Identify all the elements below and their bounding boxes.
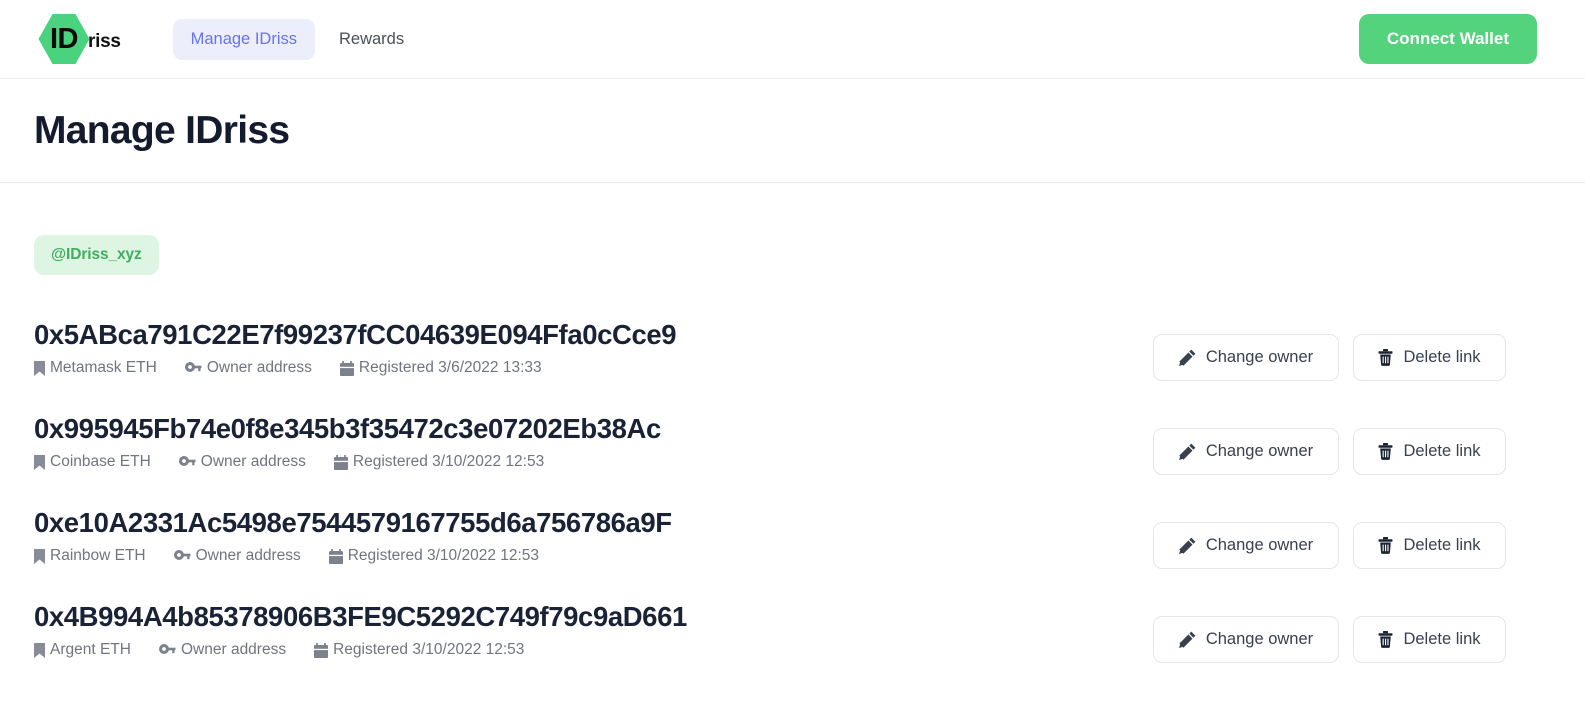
bookmark-icon bbox=[34, 548, 45, 564]
owner-role-meta: Owner address bbox=[158, 641, 287, 659]
change-owner-button[interactable]: Change owner bbox=[1153, 334, 1339, 381]
owner-role: Owner address bbox=[200, 453, 306, 471]
change-owner-label: Change owner bbox=[1205, 536, 1314, 554]
trash-icon bbox=[1378, 349, 1393, 366]
change-owner-button[interactable]: Change owner bbox=[1153, 428, 1339, 475]
delete-link-button[interactable]: Delete link bbox=[1353, 522, 1506, 569]
pencil-icon bbox=[1178, 631, 1196, 648]
registered-date: Registered 3/10/2022 12:53 bbox=[352, 453, 545, 471]
calendar-icon bbox=[314, 642, 329, 658]
bookmark-icon bbox=[34, 642, 45, 658]
owner-role: Owner address bbox=[206, 359, 312, 377]
bookmark-icon bbox=[34, 360, 45, 376]
key-icon bbox=[158, 643, 176, 654]
calendar-icon bbox=[328, 548, 343, 564]
address-row: 0x5ABca791C22E7f99237fCC04639E094Ffa0cCc… bbox=[34, 319, 1551, 414]
wallet-name: Metamask ETH bbox=[50, 359, 157, 377]
change-owner-label: Change owner bbox=[1205, 630, 1314, 648]
wallet-name: Rainbow ETH bbox=[50, 547, 146, 565]
owner-role: Owner address bbox=[180, 641, 287, 659]
owner-role-meta: Owner address bbox=[173, 547, 301, 565]
delete-link-button[interactable]: Delete link bbox=[1353, 616, 1506, 663]
owner-role-meta: Owner address bbox=[178, 453, 306, 471]
address-row: 0xe10A2331Ac5498e7544579167755d6a756786a… bbox=[34, 507, 1551, 602]
trash-icon bbox=[1378, 631, 1393, 648]
wallet-name: Coinbase ETH bbox=[50, 453, 151, 471]
handle-badge: @IDriss_xyz bbox=[34, 235, 159, 275]
wallet-name-meta: Coinbase ETH bbox=[34, 453, 151, 471]
calendar-icon bbox=[333, 454, 348, 470]
key-icon bbox=[178, 455, 196, 466]
row-actions: Change owner Delete link bbox=[1153, 616, 1506, 663]
wallet-name-meta: Rainbow ETH bbox=[34, 547, 146, 565]
nav-tabs: Manage IDriss Rewards bbox=[172, 18, 422, 60]
wallet-name-meta: Argent ETH bbox=[34, 641, 131, 659]
row-actions: Change owner Delete link bbox=[1153, 334, 1506, 381]
top-navigation-bar: ID riss Manage IDriss Rewards Connect Wa… bbox=[0, 0, 1585, 79]
owner-role-meta: Owner address bbox=[184, 359, 312, 377]
delete-link-label: Delete link bbox=[1403, 536, 1481, 554]
address-row: 0x4B994A4b85378906B3FE9C5292C749f79c9aD6… bbox=[34, 601, 1551, 696]
connect-wallet-button[interactable]: Connect Wallet bbox=[1358, 14, 1537, 64]
calendar-icon bbox=[339, 360, 354, 376]
pencil-icon bbox=[1178, 537, 1196, 554]
wallet-name-meta: Metamask ETH bbox=[34, 359, 157, 377]
registered-date: Registered 3/10/2022 12:53 bbox=[347, 547, 540, 565]
registered-meta: Registered 3/6/2022 13:33 bbox=[339, 359, 542, 377]
delete-link-label: Delete link bbox=[1403, 630, 1481, 648]
wallet-name: Argent ETH bbox=[50, 641, 131, 659]
key-icon bbox=[184, 361, 202, 372]
page-title-section: Manage IDriss bbox=[0, 79, 1585, 183]
idriss-logo-icon: ID bbox=[34, 10, 92, 68]
row-actions: Change owner Delete link bbox=[1153, 428, 1506, 475]
delete-link-button[interactable]: Delete link bbox=[1353, 334, 1506, 381]
trash-icon bbox=[1378, 443, 1393, 460]
tab-manage-idriss[interactable]: Manage IDriss bbox=[172, 18, 315, 60]
key-icon bbox=[173, 549, 191, 560]
pencil-icon bbox=[1178, 443, 1196, 460]
logo-riss-text: riss bbox=[88, 31, 121, 52]
registered-meta: Registered 3/10/2022 12:53 bbox=[333, 453, 545, 471]
bookmark-icon bbox=[34, 454, 45, 470]
change-owner-label: Change owner bbox=[1205, 348, 1314, 366]
row-actions: Change owner Delete link bbox=[1153, 522, 1506, 569]
brand-logo[interactable]: ID riss bbox=[34, 10, 121, 68]
change-owner-label: Change owner bbox=[1205, 442, 1314, 460]
registered-meta: Registered 3/10/2022 12:53 bbox=[328, 547, 540, 565]
trash-icon bbox=[1378, 537, 1393, 554]
address-row: 0x995945Fb74e0f8e345b3f35472c3e07202Eb38… bbox=[34, 413, 1551, 508]
pencil-icon bbox=[1178, 349, 1196, 366]
change-owner-button[interactable]: Change owner bbox=[1153, 522, 1339, 569]
page-title: Manage IDriss bbox=[34, 108, 290, 152]
delete-link-label: Delete link bbox=[1403, 348, 1481, 366]
change-owner-button[interactable]: Change owner bbox=[1153, 616, 1339, 663]
logo-id-text: ID bbox=[50, 22, 79, 55]
registered-date: Registered 3/6/2022 13:33 bbox=[358, 359, 542, 377]
delete-link-label: Delete link bbox=[1403, 442, 1481, 460]
registered-meta: Registered 3/10/2022 12:53 bbox=[314, 641, 524, 659]
address-list: 0x5ABca791C22E7f99237fCC04639E094Ffa0cCc… bbox=[34, 319, 1551, 696]
tab-rewards[interactable]: Rewards bbox=[321, 19, 422, 60]
owner-role: Owner address bbox=[195, 547, 301, 565]
main-content: @IDriss_xyz 0x5ABca791C22E7f99237fCC0463… bbox=[0, 183, 1585, 696]
delete-link-button[interactable]: Delete link bbox=[1353, 428, 1506, 475]
registered-date: Registered 3/10/2022 12:53 bbox=[333, 641, 525, 659]
